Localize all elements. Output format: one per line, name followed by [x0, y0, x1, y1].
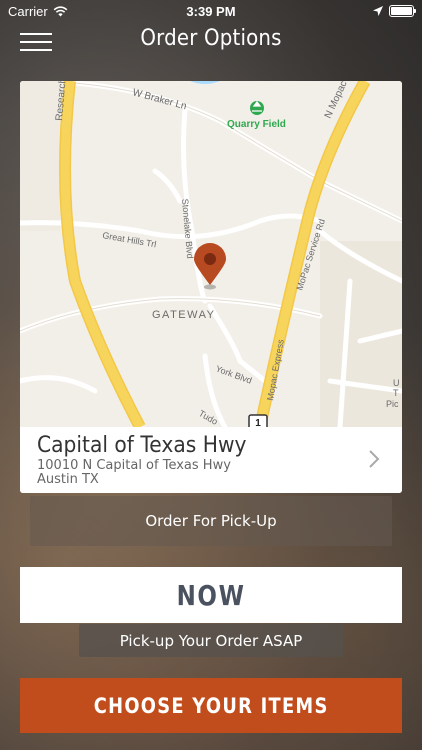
status-time: 3:39 PM — [186, 3, 236, 19]
location-street: 10010 N Capital of Texas Hwy — [37, 458, 231, 473]
map-label-edge-2: T — [393, 388, 399, 398]
order-pickup-button[interactable]: Order For Pick-Up — [30, 496, 392, 546]
location-card: 1 Research W Braker Ln Quarry Field N Mo… — [20, 81, 402, 493]
status-left: Carrier — [8, 4, 68, 19]
page-title: Order Options — [140, 26, 282, 51]
choose-items-button[interactable]: CHOOSE YOUR ITEMS — [20, 678, 402, 733]
choose-items-label: CHOOSE YOUR ITEMS — [93, 693, 329, 718]
chevron-right-icon — [369, 450, 380, 468]
wifi-icon — [53, 5, 68, 16]
map-graphic: 1 Research W Braker Ln Quarry Field N Mo… — [20, 81, 402, 427]
status-bar: Carrier 3:39 PM — [0, 0, 422, 22]
status-right — [373, 5, 416, 17]
map-label-edge-1: U — [393, 378, 400, 388]
map-label-gateway: GATEWAY — [152, 309, 215, 321]
map-label-quarry: Quarry Field — [227, 119, 286, 130]
location-city: Austin TX — [37, 472, 99, 487]
asap-label: Pick-up Your Order ASAP — [79, 624, 343, 657]
location-address-row[interactable]: Capital of Texas Hwy 10010 N Capital of … — [20, 427, 402, 493]
location-arrow-icon — [373, 6, 383, 16]
highway-shield-label: 1 — [255, 418, 261, 427]
battery-icon — [389, 5, 416, 17]
nav-bar: Order Options — [0, 22, 422, 62]
now-button-label: NOW — [176, 578, 246, 612]
map-label-edge-3: Pic — [386, 399, 399, 409]
map-view[interactable]: 1 Research W Braker Ln Quarry Field N Mo… — [20, 81, 402, 427]
now-button[interactable]: NOW — [20, 567, 402, 623]
location-name: Capital of Texas Hwy — [37, 433, 247, 458]
carrier-label: Carrier — [8, 3, 48, 19]
